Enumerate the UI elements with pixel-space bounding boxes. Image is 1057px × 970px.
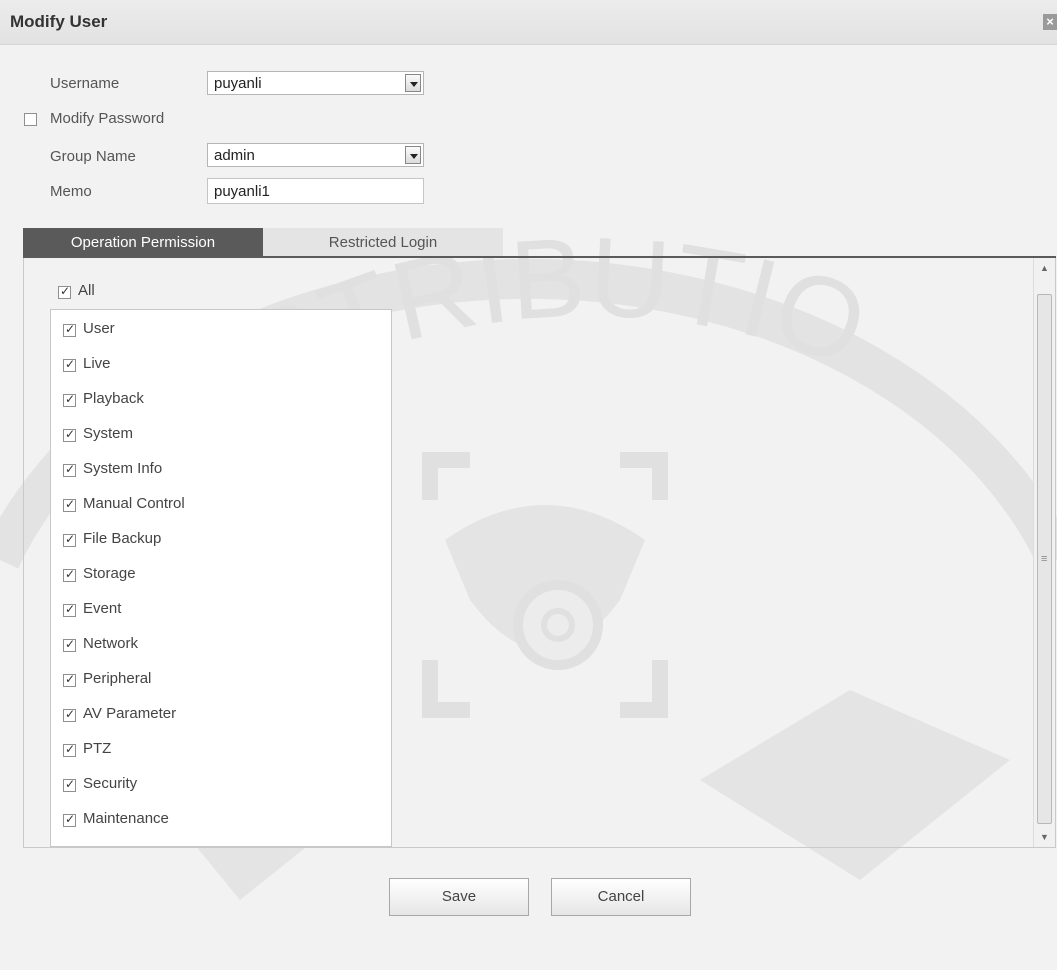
- group-name-value: admin: [214, 147, 255, 164]
- permission-checkbox[interactable]: [63, 777, 76, 792]
- modify-password-label: Modify Password: [50, 110, 165, 127]
- close-icon[interactable]: ×: [1043, 14, 1057, 30]
- permission-label: Live: [83, 355, 111, 372]
- permission-checkbox[interactable]: [63, 462, 76, 477]
- panel-scrollbar[interactable]: ▲ ≡ ▼: [1033, 258, 1055, 847]
- permission-label: Manual Control: [83, 495, 185, 512]
- cancel-button[interactable]: Cancel: [551, 878, 691, 916]
- permission-checkbox[interactable]: [63, 357, 76, 372]
- all-checkbox[interactable]: [58, 284, 71, 299]
- permission-label: System Info: [83, 460, 163, 477]
- permission-checkbox[interactable]: [63, 497, 76, 512]
- memo-value: puyanli1: [214, 183, 270, 200]
- permission-label: Event: [83, 600, 122, 617]
- grip-icon: ≡: [1041, 553, 1048, 565]
- title-bar: Modify User ×: [0, 0, 1057, 45]
- permission-label: Maintenance: [83, 810, 169, 827]
- all-label: All: [78, 282, 95, 299]
- permission-checkbox[interactable]: [63, 567, 76, 582]
- permission-label: File Backup: [83, 530, 162, 547]
- permission-checkbox[interactable]: [63, 637, 76, 652]
- dialog-title: Modify User: [10, 12, 108, 31]
- scroll-down-icon[interactable]: ▼: [1037, 829, 1052, 845]
- group-name-label: Group Name: [50, 148, 136, 165]
- permission-label: Network: [83, 635, 139, 652]
- permission-checkbox[interactable]: [63, 322, 76, 337]
- scrollbar-thumb[interactable]: ≡: [1037, 294, 1052, 824]
- permission-label: Security: [83, 775, 138, 792]
- permission-checkbox[interactable]: [63, 392, 76, 407]
- memo-input[interactable]: puyanli1: [207, 178, 424, 204]
- permission-checkbox[interactable]: [63, 707, 76, 722]
- permission-label: Playback: [83, 390, 144, 407]
- permission-label: User: [83, 320, 115, 337]
- permission-label: PTZ: [83, 740, 112, 757]
- permission-label: Peripheral: [83, 670, 152, 687]
- username-select[interactable]: puyanli: [207, 71, 424, 95]
- tab-restricted-login[interactable]: Restricted Login: [263, 228, 503, 256]
- tab-operation-permission[interactable]: Operation Permission: [23, 228, 263, 256]
- chevron-down-icon[interactable]: [405, 74, 421, 92]
- scroll-up-icon[interactable]: ▲: [1037, 260, 1052, 276]
- permission-checkbox[interactable]: [63, 812, 76, 827]
- save-button[interactable]: Save: [389, 878, 529, 916]
- permission-checkbox[interactable]: [63, 672, 76, 687]
- permission-checkbox[interactable]: [63, 532, 76, 547]
- group-name-select[interactable]: admin: [207, 143, 424, 167]
- permission-label: System: [83, 425, 134, 442]
- permission-list: User Live Playback System System Info Ma…: [50, 309, 392, 847]
- permission-checkbox[interactable]: [63, 742, 76, 757]
- permission-label: Storage: [83, 565, 136, 582]
- modify-user-dialog: DISTRIBUTIO Modify User × Username puyan…: [0, 0, 1057, 970]
- permission-checkbox[interactable]: [63, 427, 76, 442]
- permission-checkbox[interactable]: [63, 602, 76, 617]
- chevron-down-icon[interactable]: [405, 146, 421, 164]
- modify-password-checkbox[interactable]: [24, 113, 37, 126]
- username-value: puyanli: [214, 75, 262, 92]
- memo-label: Memo: [50, 183, 92, 200]
- username-label: Username: [50, 75, 120, 92]
- permission-label: AV Parameter: [83, 705, 177, 722]
